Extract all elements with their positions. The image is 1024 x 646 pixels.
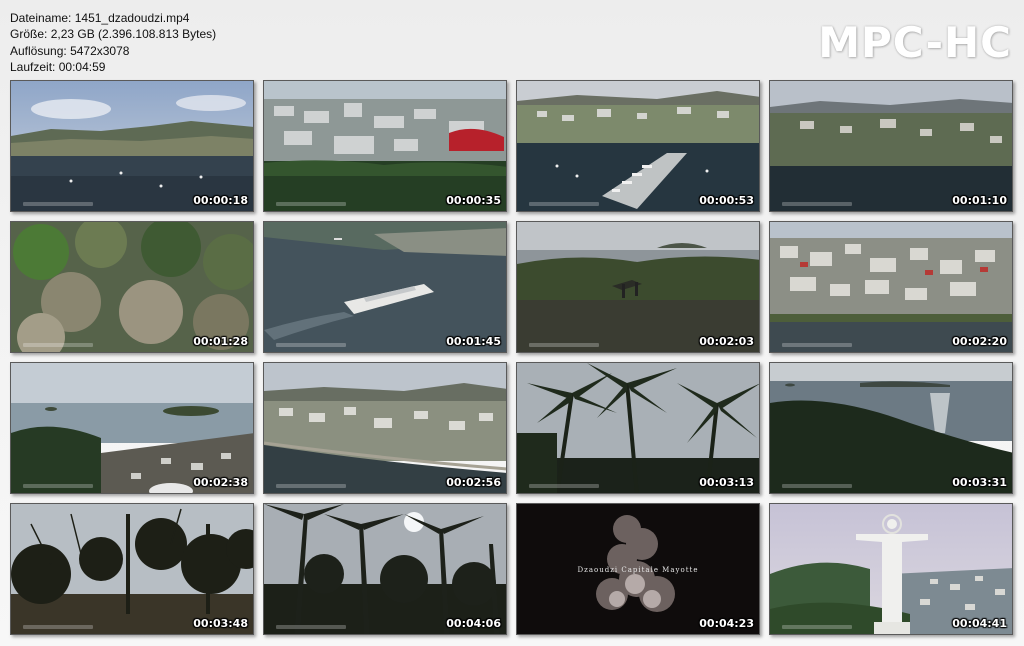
bay-town-cloudy-sky-icon [11,81,253,211]
watermark [23,484,93,488]
title-caption: Dzaoudzi Capitale Mayotte [577,566,699,574]
thumbnail-13[interactable]: 00:03:48 [10,503,254,635]
thumbnail-10[interactable]: 00:02:56 [263,362,507,494]
thumbnail-6[interactable]: 00:01:45 [263,221,507,353]
watermark [23,625,93,629]
thumbnail-3[interactable]: 00:00:53 [516,80,760,212]
watermark [276,625,346,629]
marina-harbor-icon [517,81,759,211]
dry-forest-aerial-icon [11,222,253,352]
sunlit-sea-hill-icon [770,363,1012,493]
watermark [782,484,852,488]
watermark [529,343,599,347]
watermark [276,202,346,206]
timestamp: 00:02:20 [952,335,1007,348]
timestamp: 00:02:56 [446,476,501,489]
thumbnail-5[interactable]: 00:01:28 [10,221,254,353]
palm-trees-icon [517,363,759,493]
dense-town-waterfront-icon [770,222,1012,352]
timestamp: 00:02:38 [193,476,248,489]
coast-islands-view-icon [11,363,253,493]
timestamp: 00:04:06 [446,617,501,630]
thumbnail-1[interactable]: 00:00:18 [10,80,254,212]
watermark [529,202,599,206]
timestamp: 00:01:28 [193,335,248,348]
watermark [23,202,93,206]
watermark [782,625,852,629]
aerial-town-forest-icon [264,81,506,211]
silhouette-trees-dusk-icon [11,504,253,634]
coastal-town-road-icon [264,363,506,493]
watermark [276,484,346,488]
watermark [782,202,852,206]
thumbnail-9[interactable]: 00:02:38 [10,362,254,494]
thumbnail-4[interactable]: 00:01:10 [769,80,1013,212]
thumbnail-12[interactable]: 00:03:31 [769,362,1013,494]
timestamp: 00:01:10 [952,194,1007,207]
watermark [529,484,599,488]
watermark [23,343,93,347]
palm-silhouette-sun-icon [264,504,506,634]
ferry-on-sea-icon [264,222,506,352]
timestamp: 00:03:48 [193,617,248,630]
thumbnail-15[interactable]: Dzaoudzi Capitale Mayotte 00:04:23 [516,503,760,635]
watermark [782,343,852,347]
hilltop-island-view-icon [517,222,759,352]
thumbnail-14[interactable]: 00:04:06 [263,503,507,635]
timestamp: 00:00:18 [193,194,248,207]
timestamp: 00:04:23 [699,617,754,630]
thumbnail-16[interactable]: 00:04:41 [769,503,1013,635]
timestamp: 00:03:31 [952,476,1007,489]
watermark [276,343,346,347]
bay-hillside-town-icon [770,81,1012,211]
thumbnail-8[interactable]: 00:02:20 [769,221,1013,353]
timestamp: 00:02:03 [699,335,754,348]
timestamp: 00:00:35 [446,194,501,207]
thumbnail-grid: 00:00:18 00:00:35 00:00:53 00:01:10 00:0… [0,0,1024,646]
thumbnail-11[interactable]: 00:03:13 [516,362,760,494]
thumbnail-2[interactable]: 00:00:35 [263,80,507,212]
thumbnail-7[interactable]: 00:02:03 [516,221,760,353]
timestamp: 00:03:13 [699,476,754,489]
christ-statue-town-icon [770,504,1012,634]
timestamp: 00:00:53 [699,194,754,207]
timestamp: 00:01:45 [446,335,501,348]
timestamp: 00:04:41 [952,617,1007,630]
